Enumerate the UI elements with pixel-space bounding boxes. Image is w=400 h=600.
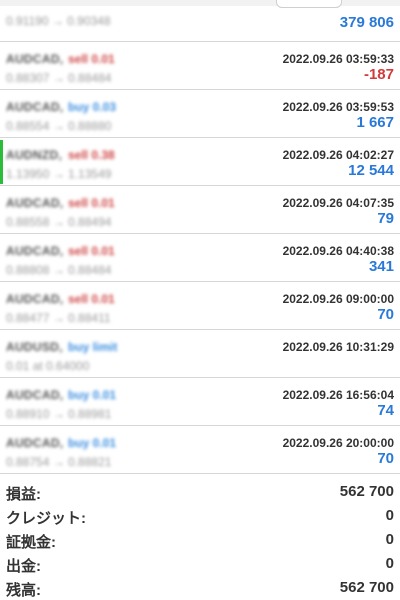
trade-side: sell 0.01 (68, 292, 115, 306)
trade-side: buy 0.01 (68, 436, 117, 450)
trade-time: 2022.09.26 04:07:35 (282, 196, 394, 210)
trade-side: sell 0.01 (68, 52, 115, 66)
trade-symbol: AUDCAD, (6, 388, 64, 402)
trade-time: 2022.09.26 03:59:33 (282, 52, 394, 66)
trade-side: sell 0.01 (68, 244, 115, 258)
summary-row-profit: 損益: 562 700 (0, 480, 400, 504)
trade-profit: 74 (377, 402, 394, 419)
trade-prices: 0.88558 → 0.88494 (6, 215, 112, 229)
trade-prices: 0.91190 → 0.90348 (6, 14, 111, 28)
trade-symbol: AUDUSD, (6, 340, 63, 354)
summary-label: クレジット: (6, 510, 86, 527)
summary-value: 0 (385, 531, 394, 548)
trade-prices: 0.88307 → 0.88484 (6, 71, 112, 85)
summary-row-withdrawal: 出金: 0 (0, 552, 400, 576)
trade-profit: 379 806 (339, 14, 394, 31)
trade-row[interactable]: AUDCAD, buy 0.01 0.88910 → 0.88981 2022.… (0, 378, 400, 426)
trade-profit: 341 (368, 258, 394, 275)
trade-prices: 0.01 at 0.64000 (6, 359, 90, 373)
trade-time: 2022.09.26 09:00:00 (282, 292, 394, 306)
trade-row[interactable]: AUDNZD, sell 0.38 1.13950 → 1.13549 2022… (0, 138, 400, 186)
trade-time: 2022.09.26 20:00:00 (282, 436, 394, 450)
trade-profit: 70 (377, 450, 394, 467)
trade-profit: 79 (377, 210, 394, 227)
trade-profit: -187 (363, 66, 394, 83)
trade-time: 2022.09.26 10:31:29 (282, 340, 394, 354)
trade-side: buy 0.01 (68, 388, 117, 402)
trade-row[interactable]: AUDCAD, sell 0.01 0.88558 → 0.88494 2022… (0, 186, 400, 234)
summary-label: 損益: (6, 486, 41, 503)
trade-row[interactable]: AUDCAD, sell 0.01 0.88477 → 0.88411 2022… (0, 282, 400, 330)
summary-row-credit: クレジット: 0 (0, 504, 400, 528)
trade-symbol: AUDCAD, (6, 100, 64, 114)
summary-value: 0 (385, 555, 394, 572)
summary-value: 562 700 (339, 579, 394, 596)
summary-row-balance: 残高: 562 700 (0, 576, 400, 600)
summary-label: 出金: (6, 558, 41, 575)
trade-row[interactable]: AUDCAD, sell 0.01 0.88307 → 0.88484 2022… (0, 42, 400, 90)
trade-symbol: AUDCAD, (6, 292, 64, 306)
trade-side: sell 0.38 (68, 148, 115, 162)
summary-label: 残高: (6, 582, 41, 599)
trade-time: 2022.09.26 16:56:04 (282, 388, 394, 402)
trade-prices: 0.88477 → 0.88411 (6, 311, 111, 325)
trade-profit: 12 544 (348, 162, 394, 179)
trade-symbol: AUDCAD, (6, 196, 64, 210)
trade-row[interactable]: 0.91190 → 0.90348 379 806 (0, 0, 400, 42)
trade-profit: 1 667 (356, 114, 394, 131)
summary-value: 0 (385, 507, 394, 524)
trade-row[interactable]: AUDCAD, sell 0.01 0.88808 → 0.88484 2022… (0, 234, 400, 282)
trade-symbol: AUDCAD, (6, 52, 64, 66)
trade-row[interactable]: AUDCAD, buy 0.01 0.88754 → 0.88821 2022.… (0, 426, 400, 474)
trade-time: 2022.09.26 04:40:38 (282, 244, 394, 258)
trade-side: buy limit (68, 340, 118, 354)
trade-time: 2022.09.26 03:59:53 (282, 100, 394, 114)
trade-prices: 1.13950 → 1.13549 (6, 167, 112, 181)
trade-row[interactable]: AUDCAD, buy 0.03 0.88554 → 0.88880 2022.… (0, 90, 400, 138)
summary-value: 562 700 (339, 483, 394, 500)
trade-prices: 0.88754 → 0.88821 (6, 455, 112, 469)
trade-row[interactable]: AUDUSD, buy limit 0.01 at 0.64000 2022.0… (0, 330, 400, 378)
trade-symbol: AUDNZD, (6, 148, 63, 162)
selected-indicator (0, 140, 3, 184)
trade-side: sell 0.01 (68, 196, 115, 210)
trade-symbol: AUDCAD, (6, 244, 64, 258)
summary-label: 証拠金: (6, 534, 56, 551)
trade-symbol: AUDCAD, (6, 436, 64, 450)
summary-row-margin: 証拠金: 0 (0, 528, 400, 552)
trade-prices: 0.88910 → 0.88981 (6, 407, 112, 421)
trade-side: buy 0.03 (68, 100, 117, 114)
trade-prices: 0.88808 → 0.88484 (6, 263, 112, 277)
trade-profit: 70 (377, 306, 394, 323)
trade-time: 2022.09.26 04:02:27 (282, 148, 394, 162)
trade-prices: 0.88554 → 0.88880 (6, 119, 112, 133)
